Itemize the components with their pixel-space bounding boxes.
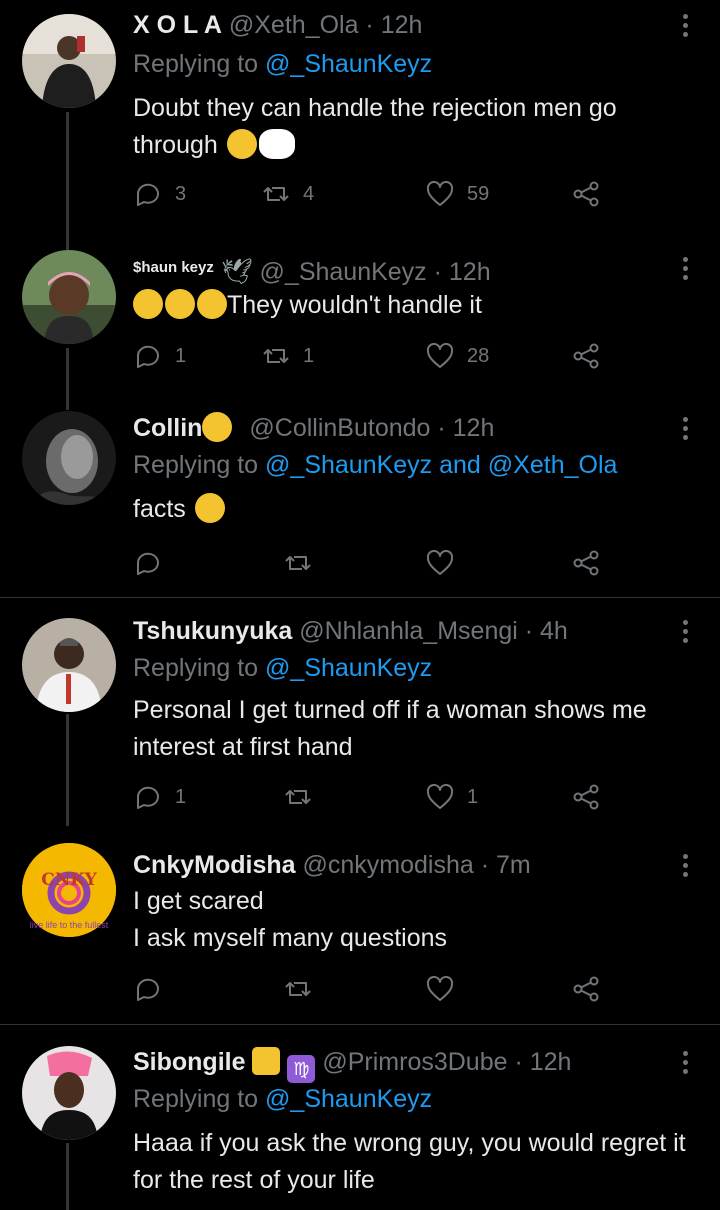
handle-time[interactable]: @Xeth_Ola · 12h (229, 11, 423, 39)
share-button[interactable] (571, 545, 601, 581)
handle-time[interactable]: @cnkymodisha · 7m (302, 851, 530, 879)
sunglasses-emoji (202, 412, 233, 442)
tweet-text: facts (133, 491, 696, 528)
share-button[interactable] (571, 779, 601, 815)
display-name[interactable]: Tshukunyuka (133, 617, 292, 645)
display-name[interactable]: CnkyModisha (133, 851, 296, 879)
tweet[interactable]: Tshukunyuka @Nhlanhla_Msengi · 4h Replyi… (0, 598, 720, 828)
avatar-text: CNKY (41, 870, 97, 890)
avatar[interactable] (22, 411, 116, 505)
tweet[interactable]: X O L A @Xeth_Ola · 12h Replying to @_Sh… (0, 0, 720, 235)
tweet-text: I get scared I ask myself many questions (133, 887, 448, 952)
avatar[interactable] (22, 1046, 116, 1140)
display-name[interactable]: Sibongile (133, 1048, 246, 1076)
share-button[interactable] (571, 338, 601, 374)
more-icon[interactable] (670, 253, 700, 287)
replying-to: Replying to @_ShaunKeyz and @Xeth_Ola (133, 451, 618, 479)
reply-button[interactable] (133, 971, 163, 1007)
tweet[interactable]: $haun keyz 🕊 @_ShaunKeyz · 12h They woul… (0, 235, 720, 395)
share-button[interactable] (571, 971, 601, 1007)
display-name[interactable]: Collin (133, 414, 202, 442)
replying-to: Replying to @_ShaunKeyz (133, 654, 433, 682)
tweet[interactable]: Collin @CollinButondo · 12h Replying to … (0, 395, 720, 595)
more-icon[interactable] (670, 616, 700, 650)
laughing-emoji (165, 289, 195, 319)
tweet-text: Personal I get turned off if a woman sho… (133, 696, 647, 761)
avatar-tagline: live life to the fullest (29, 920, 109, 930)
share-button[interactable] (571, 176, 601, 212)
retweet-button[interactable]: 1 (261, 338, 314, 374)
grinning-emoji (194, 493, 225, 523)
crying-emoji (226, 129, 257, 159)
display-name[interactable]: X O L A (133, 11, 222, 39)
avatar[interactable] (22, 618, 116, 712)
tweet-text: They wouldn't handle it (133, 287, 696, 324)
avatar[interactable] (22, 14, 116, 108)
handle-time[interactable]: @_ShaunKeyz · 12h (260, 258, 491, 286)
more-icon[interactable] (670, 1047, 700, 1081)
reply-button[interactable]: 1 (133, 338, 186, 374)
retweet-button[interactable] (283, 779, 313, 815)
like-button[interactable] (425, 545, 455, 581)
replying-to: Replying to @_ShaunKeyz (133, 50, 433, 78)
handle-time[interactable]: @Nhlanhla_Msengi · 4h (299, 617, 568, 645)
reply-button[interactable]: 3 (133, 176, 186, 212)
bird-icon: 🕊 (220, 258, 253, 286)
tweet[interactable]: CNKY live life to the fullest CnkyModish… (0, 828, 720, 1023)
mention-link[interactable]: @_ShaunKeyz and @Xeth_Ola (265, 451, 617, 479)
handle-time[interactable]: @Primros3Dube · 12h (322, 1048, 571, 1076)
laughing-emoji (197, 289, 227, 319)
retweet-button[interactable] (283, 545, 313, 581)
display-name[interactable]: $haun keyz (133, 259, 214, 276)
retweet-button[interactable] (283, 971, 313, 1007)
mention-link[interactable]: @_ShaunKeyz (265, 654, 432, 682)
more-icon[interactable] (670, 850, 700, 884)
more-icon[interactable] (670, 413, 700, 447)
tweet-text: Haaa if you ask the wrong guy, you would… (133, 1129, 686, 1194)
reply-button[interactable] (133, 545, 163, 581)
more-icon[interactable] (670, 10, 700, 44)
like-button[interactable] (425, 971, 455, 1007)
replying-to: Replying to @_ShaunKeyz (133, 1085, 433, 1113)
handle-time[interactable]: @CollinButondo · 12h (249, 414, 494, 442)
mention-link[interactable]: @_ShaunKeyz (265, 1085, 432, 1113)
like-button[interactable]: 1 (425, 779, 478, 815)
laughing-emoji (133, 289, 163, 319)
person-emoji (252, 1047, 281, 1075)
eyes-emoji (258, 129, 295, 159)
like-button[interactable]: 28 (425, 338, 489, 374)
mention-link[interactable]: @_ShaunKeyz (265, 50, 432, 78)
like-button[interactable]: 59 (425, 176, 489, 212)
avatar[interactable] (22, 250, 116, 344)
tweet-text: Doubt they can handle the rejection men … (133, 94, 617, 159)
reply-button[interactable]: 1 (133, 779, 186, 815)
retweet-button[interactable]: 4 (261, 176, 314, 212)
tweet[interactable]: Sibongile ♍ @Primros3Dube · 12h Replying… (0, 1025, 720, 1210)
virgo-badge: ♍ (287, 1055, 316, 1083)
